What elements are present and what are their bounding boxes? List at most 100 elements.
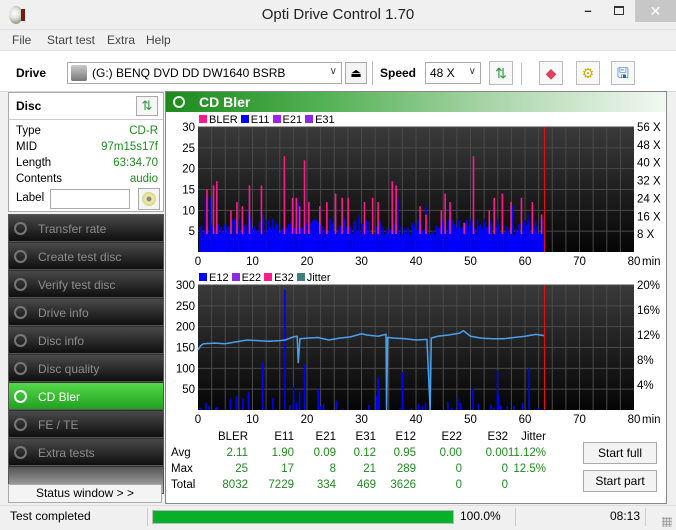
- disc-row-type: Type CD-R: [16, 125, 158, 141]
- start-full-button[interactable]: Start full: [583, 442, 657, 464]
- e11-bar: [218, 234, 221, 252]
- nav-item-disc-quality[interactable]: Disc quality: [9, 355, 163, 382]
- nav-item-extra-tests[interactable]: Extra tests: [9, 439, 163, 466]
- disc-value: CD-R: [129, 125, 158, 137]
- e11-bar: [368, 221, 371, 252]
- e12-bar: [506, 406, 509, 410]
- disc-icon: [14, 362, 27, 375]
- x-axis-label: min: [642, 256, 661, 268]
- maximize-button[interactable]: [604, 0, 634, 22]
- minimize-button[interactable]: –: [573, 0, 603, 22]
- e12-bar: [205, 402, 207, 410]
- nav-label: Transfer rate: [38, 222, 107, 236]
- nav-item-fe-te[interactable]: FE / TE: [9, 411, 163, 438]
- nav-item-transfer-rate[interactable]: Transfer rate: [9, 215, 163, 242]
- e11-bar: [266, 231, 268, 252]
- progress-fill: [153, 511, 453, 523]
- nav-label: Disc info: [38, 334, 85, 348]
- y-tick-label: 20: [182, 164, 195, 176]
- label-input[interactable]: [50, 189, 130, 209]
- bler-bar: [236, 202, 238, 234]
- e12-bar: [261, 362, 264, 410]
- disc-info-box: Disc ⇅ Type CD-R MID 97m15s17f Length 63:34…: [8, 92, 164, 212]
- refresh-icon: ⇅: [495, 65, 507, 81]
- eject-icon: ⏏: [350, 66, 362, 80]
- e11-bar: [461, 227, 464, 252]
- e11-bar: [516, 232, 519, 252]
- divider: [9, 119, 163, 120]
- stats-row-label: Max: [171, 463, 193, 475]
- stats-value: 0: [455, 479, 462, 491]
- drive-select[interactable]: (G:) BENQ DVD DD DW1640 BSRB ∨: [67, 62, 342, 84]
- bler-bar: [248, 185, 251, 234]
- e11-bar: [414, 223, 416, 252]
- e12-bar: [320, 405, 322, 410]
- bler-bar: [440, 210, 443, 234]
- e11-bar: [537, 233, 540, 252]
- disc-refresh-button[interactable]: ⇅: [136, 96, 158, 116]
- eject-button[interactable]: ⏏: [345, 62, 367, 84]
- menu-bar: File Start test Extra Help: [0, 30, 676, 50]
- e11-bar: [398, 235, 401, 252]
- title-bar: Opti Drive Control 1.70 – ✕: [0, 0, 676, 30]
- e11-bar: [389, 229, 392, 252]
- e12-bar: [235, 396, 238, 410]
- e11-bar: [408, 228, 410, 252]
- divider: [645, 508, 646, 526]
- y2-tick-label: 32 X: [637, 176, 661, 188]
- close-button[interactable]: ✕: [635, 0, 676, 22]
- status-bar: Test completed 100.0% 08:13: [0, 505, 676, 530]
- toolbar: Drive (G:) BENQ DVD DD DW1640 BSRB ∨ ⏏ S…: [0, 50, 676, 92]
- e11-bar: [365, 220, 368, 252]
- x-tick-label: 30: [355, 256, 368, 268]
- nav-item-drive-info[interactable]: Drive info: [9, 299, 163, 326]
- cd-icon[interactable]: [138, 188, 160, 210]
- e11-bar: [505, 226, 508, 252]
- e11-bar: [258, 222, 261, 252]
- e12-bar: [417, 403, 420, 410]
- save-button[interactable]: 🖫: [611, 61, 635, 85]
- speed-select[interactable]: 48 X ∨: [425, 62, 481, 84]
- nav-label: Disc quality: [38, 362, 100, 376]
- e11-bar: [504, 231, 506, 252]
- menu-start-test[interactable]: Start test: [47, 33, 95, 47]
- e11-bar: [431, 232, 433, 252]
- stats-value: 2.11: [226, 447, 248, 459]
- e11-bar: [329, 218, 331, 252]
- erase-button[interactable]: ◆: [539, 61, 563, 85]
- e12-bar: [459, 402, 462, 410]
- menu-extra[interactable]: Extra: [107, 33, 135, 47]
- e11-bar: [302, 230, 305, 252]
- e11-bar: [435, 225, 438, 252]
- e11-bar: [272, 218, 274, 252]
- stats-table: BLER E11 E21 E31 E12 E22 E32 Jitter Avg 2.11 1.90 0…: [166, 429, 586, 499]
- start-part-button[interactable]: Start part: [583, 470, 657, 492]
- settings-button[interactable]: ⚙: [576, 61, 600, 85]
- menu-file[interactable]: File: [12, 33, 31, 47]
- e11-bar: [452, 220, 455, 252]
- erase-icon: ◆: [545, 65, 557, 81]
- stats-header: E12: [395, 431, 416, 443]
- e11-bar: [432, 230, 435, 252]
- e11-bar: [293, 228, 296, 252]
- refresh-button[interactable]: ⇅: [489, 61, 513, 85]
- nav-item-cd-bler[interactable]: CD Bler: [9, 383, 163, 410]
- e11-bar: [278, 233, 281, 252]
- elapsed-time: 08:13: [610, 509, 641, 523]
- stats-value: 25: [235, 463, 248, 475]
- bler-bar: [291, 197, 294, 234]
- resize-grip[interactable]: [662, 517, 672, 527]
- menu-help[interactable]: Help: [146, 33, 171, 47]
- charts-svg: 510152025300 10 20 30 40 50 60 70 80 min8 X16 X24…: [176, 122, 661, 426]
- nav-item-disc-info[interactable]: Disc info: [9, 327, 163, 354]
- nav-item-verify-test-disc[interactable]: Verify test disc: [9, 271, 163, 298]
- e11-bar: [281, 227, 284, 252]
- e11-bar: [402, 233, 404, 252]
- e11-bar: [324, 229, 326, 252]
- nav-item-create-test-disc[interactable]: Create test disc: [9, 243, 163, 270]
- e12-bar: [447, 401, 449, 410]
- status-window-button[interactable]: Status window > >: [8, 484, 162, 503]
- disc-row-contents: Contents audio: [16, 173, 158, 189]
- e11-bar: [446, 233, 448, 252]
- disc-icon: [14, 222, 27, 235]
